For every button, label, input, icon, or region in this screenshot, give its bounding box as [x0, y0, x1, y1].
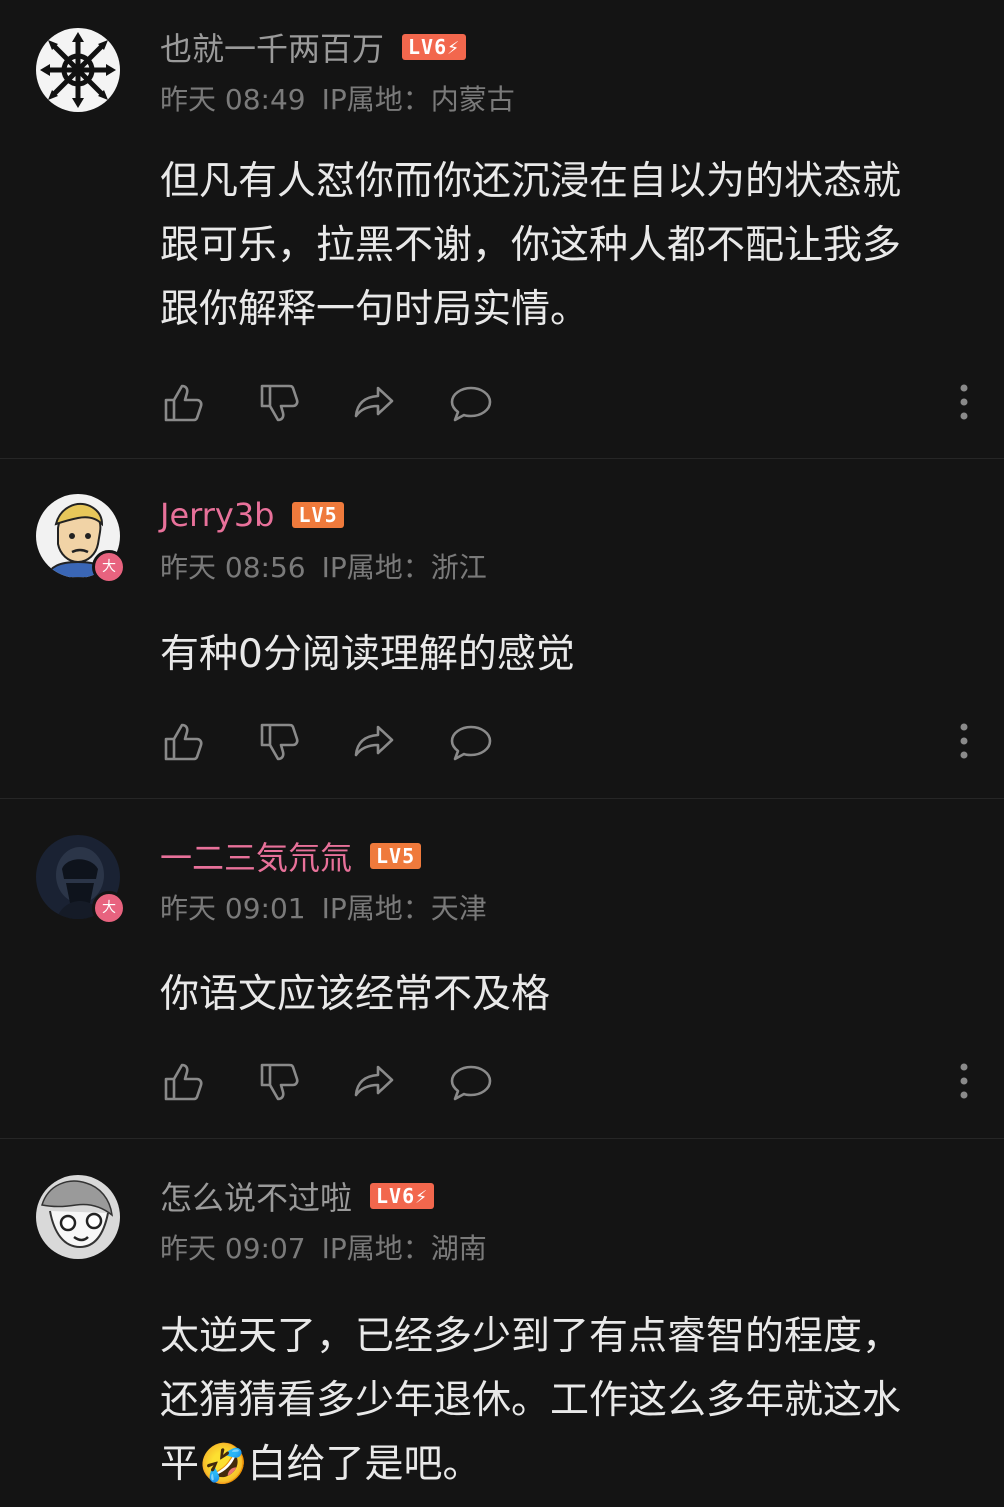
- reply-button[interactable]: [448, 380, 494, 426]
- level-badge: LV5: [370, 843, 422, 869]
- dislike-button[interactable]: [256, 380, 302, 426]
- comment-line: 你语文应该经常不及格: [160, 972, 551, 1017]
- comment-item: 大 Jerry3b LV5 昨天 08:56 IP属地：浙江 有种0分阅读理解的…: [0, 459, 1004, 799]
- avatar[interactable]: [36, 1175, 120, 1259]
- like-button[interactable]: [160, 719, 206, 765]
- more-icon: [960, 723, 968, 759]
- comment-actions: [160, 1059, 974, 1109]
- level-badge: LV6⚡: [370, 1183, 435, 1209]
- thumb-up-icon: [164, 384, 203, 422]
- share-button[interactable]: [352, 1059, 398, 1105]
- username[interactable]: 也就一千两百万: [160, 24, 384, 70]
- more-button[interactable]: [954, 380, 974, 426]
- thumb-down-icon: [260, 1063, 299, 1101]
- thumb-up-icon: [164, 723, 203, 761]
- username[interactable]: Jerry3b: [160, 496, 274, 534]
- more-icon: [960, 1063, 968, 1099]
- like-button[interactable]: [160, 380, 206, 426]
- chaos-star-avatar-image: [36, 28, 120, 112]
- level-badge: LV6⚡: [402, 34, 467, 60]
- comment-line: 平🤣白给了是吧。: [160, 1442, 482, 1487]
- ip-location: IP属地：浙江: [321, 551, 487, 584]
- share-icon: [354, 386, 394, 418]
- comment-text: 但凡有人怼你而你还沉浸在自以为的状态就 跟可乐，拉黑不谢，你这种人都不配让我多 …: [160, 150, 968, 342]
- comment-line: 但凡有人怼你而你还沉浸在自以为的状态就: [160, 159, 902, 204]
- share-icon: [354, 1065, 394, 1097]
- reply-icon: [450, 1065, 492, 1101]
- dislike-button[interactable]: [256, 719, 302, 765]
- comment-time: 昨天 08:56: [160, 551, 306, 584]
- reply-button[interactable]: [448, 1059, 494, 1105]
- avatar[interactable]: 大: [36, 494, 126, 584]
- ip-location: IP属地：天津: [321, 892, 487, 925]
- comment-line: 有种0分阅读理解的感觉: [160, 632, 575, 677]
- vip-badge: 大: [92, 550, 126, 584]
- share-button[interactable]: [352, 380, 398, 426]
- comment-text: 你语文应该经常不及格: [160, 963, 968, 1027]
- comment-actions: [160, 719, 974, 769]
- comment-time: 昨天 08:49: [160, 83, 306, 116]
- comment-text: 有种0分阅读理解的感觉: [160, 623, 968, 687]
- avatar[interactable]: [36, 28, 120, 112]
- comment-item: 也就一千两百万 LV6⚡ 昨天 08:49 IP属地：内蒙古 但凡有人怼你而你还…: [0, 0, 1004, 459]
- username[interactable]: 怎么说不过啦: [160, 1173, 352, 1219]
- more-icon: [960, 384, 968, 420]
- avatar[interactable]: 大: [36, 835, 126, 925]
- more-button[interactable]: [954, 1059, 974, 1105]
- username[interactable]: 一二三気氘氚: [160, 833, 352, 879]
- thumb-up-icon: [164, 1063, 203, 1101]
- share-icon: [354, 725, 394, 757]
- thumb-down-icon: [260, 384, 299, 422]
- comment-line: 跟你解释一句时局实情。: [160, 287, 590, 332]
- ip-location: IP属地：湖南: [321, 1232, 487, 1265]
- share-button[interactable]: [352, 719, 398, 765]
- comment-item: 怎么说不过啦 LV6⚡ 昨天 09:07 IP属地：湖南 太逆天了，已经多少到了…: [0, 1139, 1004, 1507]
- comment-item: 大 一二三気氘氚 LV5 昨天 09:01 IP属地：天津 你语文应该经常不及格: [0, 799, 1004, 1139]
- reply-button[interactable]: [448, 719, 494, 765]
- thumb-down-icon: [260, 723, 299, 761]
- like-button[interactable]: [160, 1059, 206, 1105]
- comment-text: 太逆天了，已经多少到了有点睿智的程度， 还猜猜看多少年退休。工作这么多年就这水 …: [160, 1305, 968, 1497]
- reply-icon: [450, 386, 492, 422]
- comment-line: 跟可乐，拉黑不谢，你这种人都不配让我多: [160, 223, 902, 268]
- comment-line: 还猜猜看多少年退休。工作这么多年就这水: [160, 1378, 902, 1423]
- comment-line: 太逆天了，已经多少到了有点睿智的程度，: [160, 1314, 902, 1359]
- manga-avatar-image: [36, 1175, 120, 1259]
- vip-badge: 大: [92, 891, 126, 925]
- comment-actions: [160, 380, 974, 430]
- ip-location: IP属地：内蒙古: [321, 83, 515, 116]
- dislike-button[interactable]: [256, 1059, 302, 1105]
- comment-time: 昨天 09:07: [160, 1232, 306, 1265]
- level-badge: LV5: [292, 502, 344, 528]
- reply-icon: [450, 725, 492, 761]
- more-button[interactable]: [954, 719, 974, 765]
- comment-time: 昨天 09:01: [160, 892, 306, 925]
